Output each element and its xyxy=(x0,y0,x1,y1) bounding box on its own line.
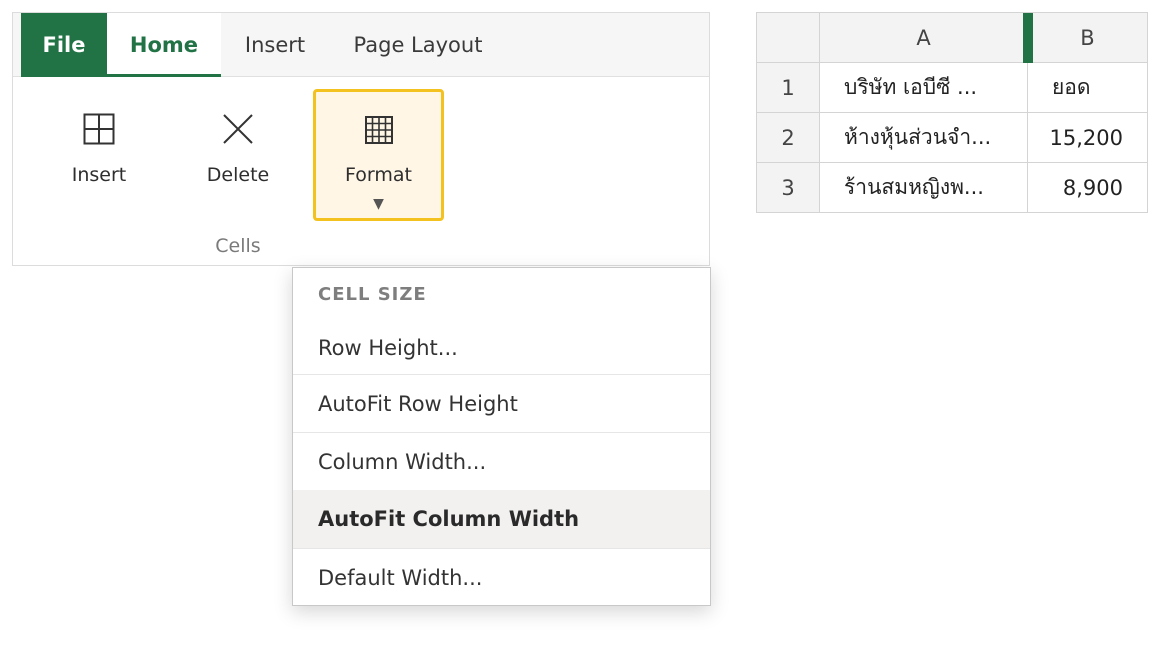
column-header-b[interactable]: B xyxy=(1027,12,1148,63)
insert-cells-label: Insert xyxy=(71,164,127,186)
menu-item-row-height[interactable]: Row Height... xyxy=(293,319,710,377)
menu-section-header: CELL SIZE xyxy=(318,284,427,305)
select-all-corner[interactable] xyxy=(756,12,820,63)
menu-item-autofit-row-height[interactable]: AutoFit Row Height xyxy=(293,374,710,432)
format-dropdown-menu: CELL SIZE Row Height... AutoFit Row Heig… xyxy=(292,267,711,606)
cell-b2[interactable]: 15,200 xyxy=(1027,112,1148,163)
delete-cells-button[interactable]: Delete xyxy=(183,89,293,219)
cells-group-label: Cells xyxy=(215,235,261,257)
menu-item-autofit-column-width[interactable]: AutoFit Column Width xyxy=(293,490,710,548)
spreadsheet-grid: A B 1 บริษัท เอบีซี ... ยอด 2 ห้างหุ้นส่… xyxy=(756,12,1148,213)
table-row: 1 บริษัท เอบีซี ... ยอด xyxy=(756,62,1148,113)
format-grid-icon xyxy=(364,116,393,148)
table-row: 3 ร้านสมหญิงพ... 8,900 xyxy=(756,162,1148,213)
tab-file[interactable]: File xyxy=(21,13,107,77)
row-header-1[interactable]: 1 xyxy=(756,62,820,113)
cell-b1[interactable]: ยอด xyxy=(1027,62,1148,113)
column-header-a-label: A xyxy=(916,25,931,50)
format-cells-label: Format xyxy=(345,164,412,186)
ribbon: File Home Insert Page Layout Insert Dele… xyxy=(12,12,710,266)
cell-b3[interactable]: 8,900 xyxy=(1027,162,1148,213)
chevron-down-icon: ▼ xyxy=(373,196,384,212)
tab-page-layout[interactable]: Page Layout xyxy=(343,13,493,76)
insert-cells-icon xyxy=(83,113,115,149)
column-resize-handle[interactable] xyxy=(1023,13,1033,63)
ribbon-tab-bar: File Home Insert Page Layout xyxy=(13,13,709,77)
menu-item-column-width[interactable]: Column Width... xyxy=(293,432,710,490)
tab-home[interactable]: Home xyxy=(107,13,221,77)
cell-a1[interactable]: บริษัท เอบีซี ... xyxy=(819,62,1028,113)
row-header-3[interactable]: 3 xyxy=(756,162,820,213)
tab-insert[interactable]: Insert xyxy=(235,13,315,76)
table-row: 2 ห้างหุ้นส่วนจำ... 15,200 xyxy=(756,112,1148,163)
insert-cells-button[interactable]: Insert xyxy=(45,89,153,219)
menu-item-default-width[interactable]: Default Width... xyxy=(293,548,710,606)
format-cells-button[interactable]: Format ▼ xyxy=(313,89,444,221)
cell-a2[interactable]: ห้างหุ้นส่วนจำ... xyxy=(819,112,1028,163)
column-header-a[interactable]: A xyxy=(819,12,1033,63)
column-header-row: A B xyxy=(756,12,1148,63)
delete-cells-label: Delete xyxy=(206,164,270,186)
close-icon xyxy=(222,113,254,149)
cell-a3[interactable]: ร้านสมหญิงพ... xyxy=(819,162,1028,213)
row-header-2[interactable]: 2 xyxy=(756,112,820,163)
